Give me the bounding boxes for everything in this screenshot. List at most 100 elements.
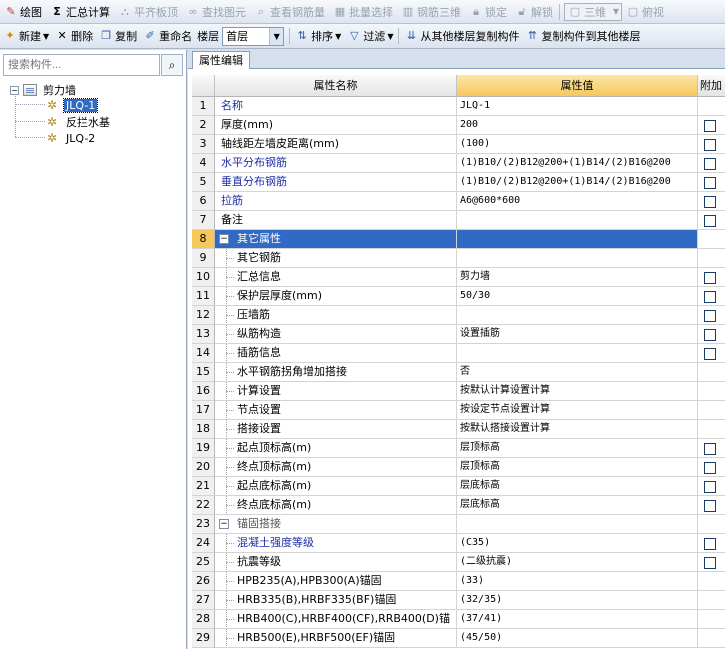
property-row[interactable]: 28 HRB400(C),HRBF400(CF),RRB400(D)锚 (37/41… xyxy=(192,610,725,629)
tree-node-fanlanshuiji[interactable]: ✲ 反拦水基 xyxy=(45,114,112,130)
property-value-cell[interactable]: (45/50) xyxy=(457,629,698,648)
property-value-cell[interactable]: 层底标高 xyxy=(457,477,698,496)
attach-checkbox[interactable] xyxy=(704,310,716,322)
property-row[interactable]: 1 名称 JLQ-1 xyxy=(192,97,725,116)
attach-checkbox[interactable] xyxy=(704,196,716,208)
attach-checkbox[interactable] xyxy=(704,500,716,512)
property-row[interactable]: 4 水平分布钢筋 (1)B10/(2)B12@200+(1)B14/(2)B16@2… xyxy=(192,154,725,173)
search-input[interactable] xyxy=(3,54,160,76)
property-value-cell[interactable]: (1)B10/(2)B12@200+(1)B14/(2)B16@200 xyxy=(457,154,698,173)
unlock-button[interactable]: 🔓︎ 解锁 xyxy=(511,1,557,23)
property-row[interactable]: 16 计算设置 按默认计算设置计算 xyxy=(192,382,725,401)
property-name-header[interactable]: 属性名称 xyxy=(215,75,457,97)
attach-checkbox[interactable] xyxy=(704,481,716,493)
collapse-icon[interactable]: − xyxy=(219,519,229,529)
copy-to-other-floor-button[interactable]: ⇈ 复制构件到其他楼层 xyxy=(522,26,643,47)
property-value-cell[interactable]: (32/35) xyxy=(457,591,698,610)
property-row[interactable]: 12 压墙筋 xyxy=(192,306,725,325)
property-row[interactable]: 7 备注 xyxy=(192,211,725,230)
property-row[interactable]: 26 HPB235(A),HPB300(A)锚固 (33) xyxy=(192,572,725,591)
delete-button[interactable]: ✕ 删除 xyxy=(52,26,96,47)
property-value-cell[interactable]: JLQ-1 xyxy=(457,97,698,116)
property-row[interactable]: 24 混凝土强度等级 (C35) xyxy=(192,534,725,553)
property-row[interactable]: 11 保护层厚度(mm) 50/30 xyxy=(192,287,725,306)
attach-checkbox[interactable] xyxy=(704,557,716,569)
property-value-cell[interactable]: A6@600*600 xyxy=(457,192,698,211)
tree-node-jlq2[interactable]: ✲ JLQ-2 xyxy=(45,130,97,146)
tab-property-edit[interactable]: 属性编辑 xyxy=(192,51,250,69)
property-value-cell[interactable]: 按设定节点设置计算 xyxy=(457,401,698,420)
attach-checkbox[interactable] xyxy=(704,443,716,455)
property-value-cell[interactable]: (二级抗震) xyxy=(457,553,698,572)
property-row[interactable]: 6 拉筋 A6@600*600 xyxy=(192,192,725,211)
attach-checkbox[interactable] xyxy=(704,215,716,227)
floor-select[interactable]: 首层 ▼ xyxy=(222,26,285,46)
sum-calc-button[interactable]: Σ 汇总计算 xyxy=(46,1,114,23)
property-group-row[interactable]: 8− 其它属性 xyxy=(192,230,725,249)
property-group-row[interactable]: 23− 锚固搭接 xyxy=(192,515,725,534)
property-row[interactable]: 5 垂直分布钢筋 (1)B10/(2)B12@200+(1)B14/(2)B16@2… xyxy=(192,173,725,192)
property-value-cell[interactable]: (37/41) xyxy=(457,610,698,629)
view-rebar-button[interactable]: ⌕ 查看钢筋量 xyxy=(250,1,329,23)
property-row[interactable]: 14 插筋信息 xyxy=(192,344,725,363)
attach-checkbox[interactable] xyxy=(704,348,716,360)
property-row[interactable]: 10 汇总信息 剪力墙 xyxy=(192,268,725,287)
property-value-cell[interactable]: (C35) xyxy=(457,534,698,553)
property-row[interactable]: 18 搭接设置 按默认搭接设置计算 xyxy=(192,420,725,439)
attach-checkbox[interactable] xyxy=(704,177,716,189)
lock-button[interactable]: 🔒︎ 锁定 xyxy=(465,1,511,23)
property-value-cell[interactable]: (33) xyxy=(457,572,698,591)
view-3d-dropdown[interactable]: ▢ 三维 ▼ xyxy=(564,2,622,21)
property-value-cell[interactable]: 否 xyxy=(457,363,698,382)
copy-button[interactable]: ❐ 复制 xyxy=(96,26,140,47)
property-value-cell[interactable]: 按默认计算设置计算 xyxy=(457,382,698,401)
attach-checkbox[interactable] xyxy=(704,158,716,170)
property-row[interactable]: 20 终点顶标高(m) 层顶标高 xyxy=(192,458,725,477)
rename-button[interactable]: ✐ 重命名 xyxy=(140,26,195,47)
property-row[interactable]: 17 节点设置 按设定节点设置计算 xyxy=(192,401,725,420)
collapse-icon[interactable]: − xyxy=(10,85,19,95)
property-row[interactable]: 29 HRB500(E),HRBF500(EF)锚固 (45/50) xyxy=(192,629,725,648)
attach-checkbox[interactable] xyxy=(704,538,716,550)
attach-checkbox[interactable] xyxy=(704,291,716,303)
property-row[interactable]: 22 终点底标高(m) 层底标高 xyxy=(192,496,725,515)
property-value-cell[interactable]: 200 xyxy=(457,116,698,135)
attach-header[interactable]: 附加 xyxy=(698,75,725,97)
new-button[interactable]: ✦ 新建 ▼ xyxy=(0,26,52,47)
attach-checkbox[interactable] xyxy=(704,120,716,132)
property-value-cell[interactable]: 50/30 xyxy=(457,287,698,306)
rebar-3d-button[interactable]: ▥ 钢筋三维 xyxy=(397,1,465,23)
attach-checkbox[interactable] xyxy=(704,139,716,151)
property-value-header[interactable]: 属性值 xyxy=(457,75,698,97)
sort-button[interactable]: ⇅ 排序 ▼ xyxy=(292,26,344,47)
draw-button[interactable]: ✎ 绘图 xyxy=(0,1,46,23)
top-view-button[interactable]: ▢ 俯视 xyxy=(622,1,668,23)
property-row[interactable]: 27 HRB335(B),HRBF335(BF)锚固 (32/35) xyxy=(192,591,725,610)
property-value-cell[interactable]: (100) xyxy=(457,135,698,154)
property-row[interactable]: 19 起点顶标高(m) 层顶标高 xyxy=(192,439,725,458)
collapse-icon[interactable]: − xyxy=(219,234,229,244)
property-value-cell[interactable] xyxy=(457,211,698,230)
flush-slab-button[interactable]: ⛬ 平齐板顶 xyxy=(114,1,182,23)
property-row[interactable]: 15 水平钢筋拐角增加搭接 否 xyxy=(192,363,725,382)
property-value-cell[interactable]: 层顶标高 xyxy=(457,458,698,477)
property-value-cell[interactable] xyxy=(457,344,698,363)
filter-button[interactable]: ▽ 过滤 ▼ xyxy=(344,26,396,47)
property-row[interactable]: 3 轴线距左墙皮距离(mm) (100) xyxy=(192,135,725,154)
attach-checkbox[interactable] xyxy=(704,272,716,284)
property-value-cell[interactable]: 设置插筋 xyxy=(457,325,698,344)
property-value-cell[interactable] xyxy=(457,249,698,268)
tree-node-jlq1[interactable]: ✲ JLQ-1 xyxy=(45,97,99,113)
attach-checkbox[interactable] xyxy=(704,329,716,341)
property-row[interactable]: 13 纵筋构造 设置插筋 xyxy=(192,325,725,344)
property-value-cell[interactable]: 层顶标高 xyxy=(457,439,698,458)
property-value-cell[interactable]: 剪力墙 xyxy=(457,268,698,287)
property-row[interactable]: 9 其它钢筋 xyxy=(192,249,725,268)
property-value-cell[interactable]: (1)B10/(2)B12@200+(1)B14/(2)B16@200 xyxy=(457,173,698,192)
tree-node-root[interactable]: − 剪力墙 xyxy=(10,82,78,98)
property-row[interactable]: 25 抗震等级 (二级抗震) xyxy=(192,553,725,572)
copy-from-other-floor-button[interactable]: ⇊ 从其他楼层复制构件 xyxy=(401,26,522,47)
find-element-button[interactable]: ∞ 查找图元 xyxy=(182,1,250,23)
property-value-cell[interactable] xyxy=(457,306,698,325)
search-button[interactable]: ⌕ xyxy=(161,54,183,76)
